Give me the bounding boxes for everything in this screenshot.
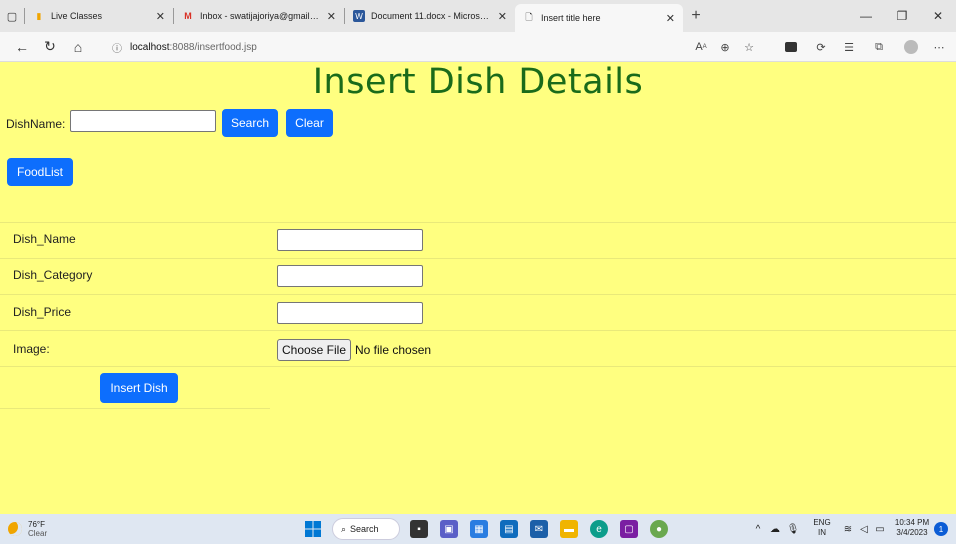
table-row-divider bbox=[0, 222, 956, 223]
restore-icon[interactable]: ❐ bbox=[884, 0, 920, 32]
url-path: :8088/insertfood.jsp bbox=[169, 41, 257, 53]
close-tab-icon[interactable]: ✕ bbox=[498, 10, 507, 23]
address-bar[interactable]: ⓘ localhost:8088/insertfood.jsp bbox=[112, 32, 257, 62]
clear-button[interactable]: Clear bbox=[286, 109, 333, 137]
close-window-icon[interactable]: ✕ bbox=[920, 0, 956, 32]
wifi-icon[interactable]: ≋ bbox=[840, 514, 856, 544]
dish-category-input[interactable] bbox=[277, 265, 423, 287]
new-tab-icon[interactable]: + bbox=[683, 7, 709, 25]
tab-insert-title[interactable]: 🗋 Insert title here ✕ bbox=[515, 4, 683, 32]
taskbar-search-label: Search bbox=[350, 524, 379, 534]
weather-temperature: 76°F bbox=[28, 520, 45, 529]
page-title: Insert Dish Details bbox=[312, 62, 644, 102]
moon-icon bbox=[8, 522, 22, 536]
extension-icon[interactable] bbox=[778, 32, 804, 62]
notification-badge[interactable]: 1 bbox=[934, 522, 948, 536]
live-classes-icon: ▮ bbox=[36, 10, 42, 21]
mail-icon[interactable]: ✉ bbox=[530, 520, 548, 538]
language-indicator[interactable]: ENG IN bbox=[810, 518, 834, 538]
favorite-icon[interactable]: ☆ bbox=[736, 32, 762, 62]
dish-name-label: Dish_Name bbox=[13, 232, 76, 246]
image-label: Image: bbox=[13, 342, 50, 356]
choose-file-button[interactable]: Choose File bbox=[277, 339, 351, 361]
insert-dish-button[interactable]: Insert Dish bbox=[100, 373, 178, 403]
table-row-divider bbox=[0, 330, 956, 331]
home-icon[interactable]: ⌂ bbox=[64, 32, 92, 62]
taskbar-search[interactable]: ⌕ Search bbox=[332, 518, 400, 540]
site-info-icon[interactable]: ⓘ bbox=[112, 40, 122, 55]
show-hidden-icons[interactable]: ^ bbox=[748, 514, 768, 544]
search-button[interactable]: Search bbox=[222, 109, 278, 137]
refresh-icon[interactable]: ↻ bbox=[36, 32, 64, 62]
page-icon: 🗋 bbox=[525, 12, 533, 22]
navigation-bar: ← ↻ ⌂ ⓘ localhost:8088/insertfood.jsp AA… bbox=[0, 32, 956, 62]
table-row-divider bbox=[0, 408, 270, 409]
task-view-icon[interactable]: ▪ bbox=[410, 520, 428, 538]
read-aloud-icon[interactable]: AA bbox=[688, 32, 714, 62]
taskbar: 76°F Clear ⌕ Search ▪ ▣ ▦ ▤ ✉ ▬ e ▢ ● ^ … bbox=[0, 514, 956, 544]
clock[interactable]: 10:34 PM 3/4/2023 bbox=[892, 518, 932, 538]
app-icon[interactable]: ▢ bbox=[620, 520, 638, 538]
volume-icon[interactable]: ◁ bbox=[856, 514, 872, 544]
chrome-like-icon[interactable]: ● bbox=[650, 520, 668, 538]
file-explorer-icon[interactable]: ▬ bbox=[560, 520, 578, 538]
table-row-divider bbox=[0, 258, 956, 259]
collections-icon[interactable]: ⧉ bbox=[866, 32, 892, 62]
close-tab-icon[interactable]: ✕ bbox=[327, 10, 336, 23]
onedrive-icon[interactable]: ☁ bbox=[766, 514, 784, 544]
url-host: localhost bbox=[130, 41, 170, 53]
dishname-search-input[interactable] bbox=[70, 110, 216, 132]
dishname-label: DishName: bbox=[6, 117, 66, 131]
favorites-icon[interactable]: ☰ bbox=[836, 32, 862, 62]
weather-description: Clear bbox=[28, 529, 48, 538]
store-icon[interactable]: ▤ bbox=[500, 520, 518, 538]
windows-start-icon[interactable] bbox=[304, 520, 322, 538]
more-options-icon[interactable]: ⋯ bbox=[926, 32, 952, 62]
table-row-divider bbox=[0, 366, 956, 367]
zoom-icon[interactable]: ⊕ bbox=[712, 32, 738, 62]
dish-category-label: Dish_Category bbox=[13, 268, 93, 282]
search-icon: ⌕ bbox=[341, 523, 347, 534]
gmail-icon: M bbox=[184, 11, 192, 21]
dish-name-input[interactable] bbox=[277, 229, 423, 251]
page-content: Insert Dish Details DishName: Search Cle… bbox=[0, 62, 956, 514]
minimize-icon[interactable]: — bbox=[848, 0, 884, 32]
tab-actions-icon[interactable]: ▢ bbox=[0, 0, 24, 32]
tab-strip: ▢ ▮ Live Classes ✕ M Inbox - swatijajori… bbox=[0, 0, 956, 32]
close-tab-icon[interactable]: ✕ bbox=[156, 10, 165, 23]
tab-live-classes[interactable]: ▮ Live Classes ✕ bbox=[25, 2, 173, 30]
foodlist-button[interactable]: FoodList bbox=[7, 158, 73, 186]
table-row-divider bbox=[0, 294, 956, 295]
tab-gmail[interactable]: M Inbox - swatijajoriya@gmail.com ✕ bbox=[174, 2, 344, 30]
back-icon[interactable]: ← bbox=[8, 32, 36, 62]
edge-browser-icon[interactable]: e bbox=[590, 520, 608, 538]
microphone-icon[interactable]: 🎙 bbox=[784, 514, 802, 544]
battery-icon[interactable]: ▭ bbox=[872, 514, 888, 544]
teams-chat-icon[interactable]: ▣ bbox=[440, 520, 458, 538]
widgets-icon[interactable]: ▦ bbox=[470, 520, 488, 538]
profile-avatar-icon[interactable] bbox=[898, 32, 924, 62]
weather-widget[interactable]: 76°F Clear bbox=[8, 514, 47, 544]
file-status-text: No file chosen bbox=[355, 343, 432, 357]
word-icon: W bbox=[353, 10, 365, 22]
extensions-puzzle-icon[interactable]: ⟳ bbox=[808, 32, 834, 62]
tab-word-document[interactable]: W Document 11.docx - Microsoft W ✕ bbox=[345, 2, 515, 30]
dish-price-label: Dish_Price bbox=[13, 305, 72, 319]
dish-price-input[interactable] bbox=[277, 302, 423, 324]
close-tab-icon[interactable]: ✕ bbox=[666, 12, 675, 25]
